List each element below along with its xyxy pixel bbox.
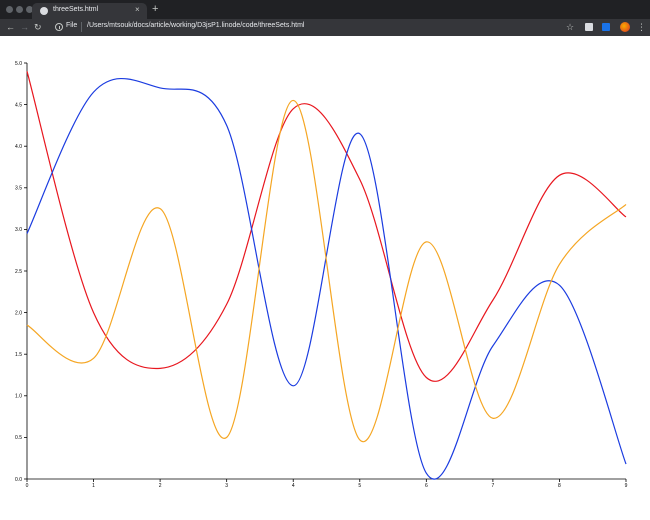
x-tick-label: 4 — [292, 483, 295, 489]
y-tick-label: 1.5 — [15, 352, 22, 358]
window-minimize-control[interactable] — [16, 6, 23, 13]
x-tick-label: 2 — [159, 483, 162, 489]
url-text[interactable]: /Users/mtsouk/docs/article/working/D3jsP… — [87, 22, 304, 29]
x-tick-label: 5 — [358, 483, 361, 489]
browser-toolbar: ← → ↻ File /Users/mtsouk/docs/article/wo… — [0, 19, 650, 36]
reload-icon[interactable]: ↻ — [34, 21, 42, 33]
browser-tab[interactable]: threeSets.html × — [32, 3, 147, 19]
info-icon[interactable] — [55, 23, 63, 31]
bookmark-star-icon[interactable]: ☆ — [566, 21, 574, 33]
profile-avatar[interactable] — [620, 22, 630, 32]
y-tick-label: 0.5 — [15, 435, 22, 441]
tab-close-icon[interactable]: × — [135, 5, 140, 15]
y-tick-label: 2.0 — [15, 310, 22, 316]
y-tick-label: 4.5 — [15, 102, 22, 108]
y-tick-label: 1.0 — [15, 394, 22, 400]
x-tick-label: 0 — [26, 483, 29, 489]
x-tick-label: 3 — [225, 483, 228, 489]
series-lines — [26, 71, 627, 480]
x-axis: 0 1 2 3 4 5 6 7 8 9 — [26, 478, 628, 489]
globe-icon — [40, 7, 48, 15]
series-line-2 — [26, 77, 627, 480]
new-tab-icon[interactable]: + — [152, 3, 158, 15]
extension-icon-blue[interactable] — [602, 23, 610, 31]
menu-dots-icon[interactable]: ⋮ — [637, 21, 646, 33]
scheme-label: File — [66, 22, 78, 29]
y-tick-label: 5.0 — [15, 61, 22, 67]
address-separator — [81, 22, 82, 32]
forward-arrow-icon[interactable]: → — [20, 21, 29, 33]
series-line-3 — [26, 99, 627, 443]
y-tick-label: 2.5 — [15, 269, 22, 275]
address-bar[interactable]: File /Users/mtsouk/docs/article/working/… — [50, 20, 580, 34]
x-tick-label: 7 — [491, 483, 494, 489]
x-tick-label: 9 — [625, 483, 628, 489]
y-axis: 0.0 0.5 1.0 1.5 2.0 2.5 3.0 3.5 4.0 4.5 5.0 — [15, 61, 28, 483]
x-tick-label: 1 — [92, 483, 95, 489]
line-chart: 0.0 0.5 1.0 1.5 2.0 2.5 3.0 3.5 4.0 4.5 5.0 0 1 2 3 4 5… — [15, 61, 628, 489]
x-tick-label: 6 — [425, 483, 428, 489]
series-line-1 — [26, 71, 627, 382]
extension-icon[interactable] — [585, 23, 593, 31]
window-close-control[interactable] — [6, 6, 13, 13]
y-tick-label: 0.0 — [15, 477, 22, 483]
x-tick-label: 8 — [558, 483, 561, 489]
tab-title: threeSets.html — [53, 6, 99, 13]
y-tick-label: 3.5 — [15, 186, 22, 192]
y-tick-label: 4.0 — [15, 144, 22, 150]
back-arrow-icon[interactable]: ← — [6, 21, 15, 33]
browser-tab-strip: threeSets.html × + — [0, 0, 650, 19]
y-tick-label: 3.0 — [15, 227, 22, 233]
